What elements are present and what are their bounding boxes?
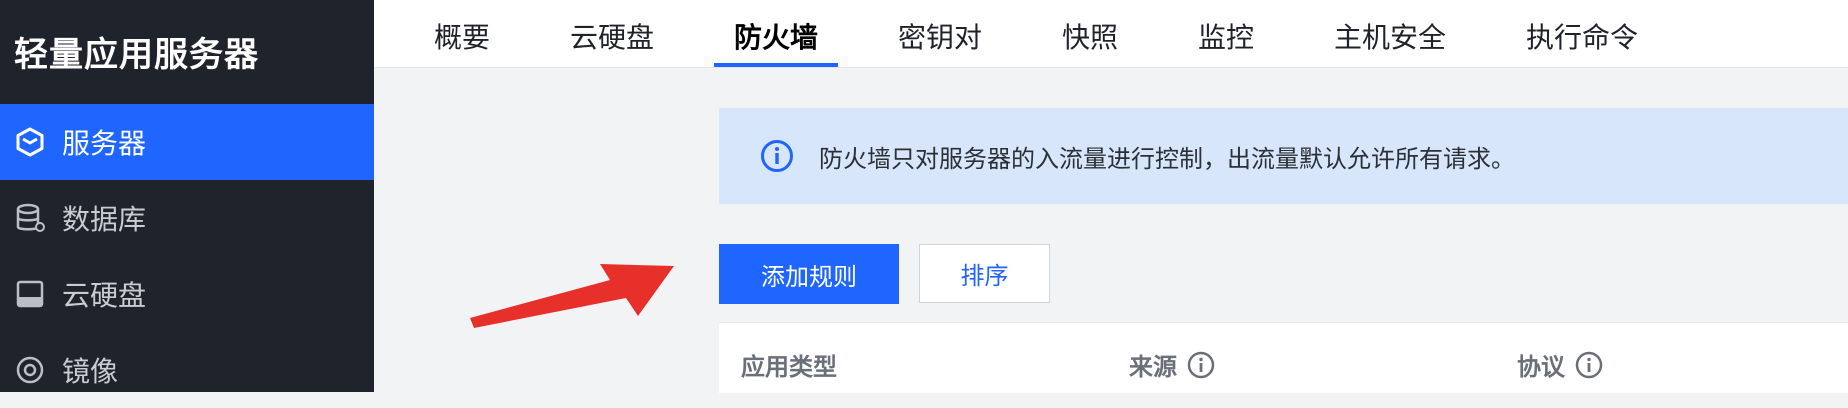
- disk-icon: [12, 276, 48, 312]
- tab-cloud-disk[interactable]: 云硬盘: [570, 16, 654, 56]
- add-rule-button[interactable]: 添加规则: [719, 244, 899, 304]
- tab-snapshots[interactable]: 快照: [1062, 16, 1118, 56]
- tab-run-command[interactable]: 执行命令: [1526, 16, 1638, 56]
- sidebar: 轻量应用服务器 服务器 数据库 云硬盘 镜像: [0, 0, 374, 392]
- tab-bar: 概要 云硬盘 防火墙 密钥对 快照 监控 主机安全 执行命令: [374, 0, 1848, 68]
- column-label: 应用类型: [741, 353, 837, 381]
- column-source: 来源: [1129, 347, 1215, 382]
- sidebar-item-label: 数据库: [62, 203, 147, 236]
- info-icon: [761, 140, 793, 172]
- cube-server-icon: [12, 124, 48, 160]
- app-title: 轻量应用服务器: [14, 35, 259, 75]
- sidebar-item-label: 镜像: [62, 355, 119, 388]
- column-app-type: 应用类型: [741, 347, 837, 382]
- table-header: 应用类型 来源 协议: [719, 322, 1848, 393]
- column-label: 来源: [1129, 353, 1177, 381]
- tab-overview[interactable]: 概要: [434, 16, 490, 56]
- sidebar-item-database[interactable]: 数据库: [0, 180, 374, 256]
- info-banner: 防火墙只对服务器的入流量进行控制，出流量默认允许所有请求。: [719, 108, 1848, 204]
- sidebar-item-server[interactable]: 服务器: [0, 104, 374, 180]
- sidebar-item-cloud-disk[interactable]: 云硬盘: [0, 256, 374, 332]
- sort-button[interactable]: 排序: [919, 244, 1050, 303]
- active-tab-indicator: [714, 63, 838, 67]
- column-protocol: 协议: [1517, 347, 1603, 382]
- tab-host-security[interactable]: 主机安全: [1334, 16, 1446, 56]
- annotation-arrow-icon: [470, 264, 674, 328]
- tab-key-pairs[interactable]: 密钥对: [898, 16, 982, 56]
- sidebar-item-label: 服务器: [62, 127, 147, 160]
- sidebar-item-label: 云硬盘: [62, 279, 147, 312]
- column-label: 协议: [1517, 353, 1565, 381]
- database-icon: [12, 200, 48, 236]
- banner-text: 防火墙只对服务器的入流量进行控制，出流量默认允许所有请求。: [819, 144, 1515, 173]
- tab-monitoring[interactable]: 监控: [1198, 16, 1254, 56]
- help-icon[interactable]: [1187, 351, 1215, 379]
- sidebar-item-image[interactable]: 镜像: [0, 332, 374, 408]
- help-icon[interactable]: [1575, 351, 1603, 379]
- image-target-icon: [12, 352, 48, 388]
- tab-firewall[interactable]: 防火墙: [734, 16, 818, 56]
